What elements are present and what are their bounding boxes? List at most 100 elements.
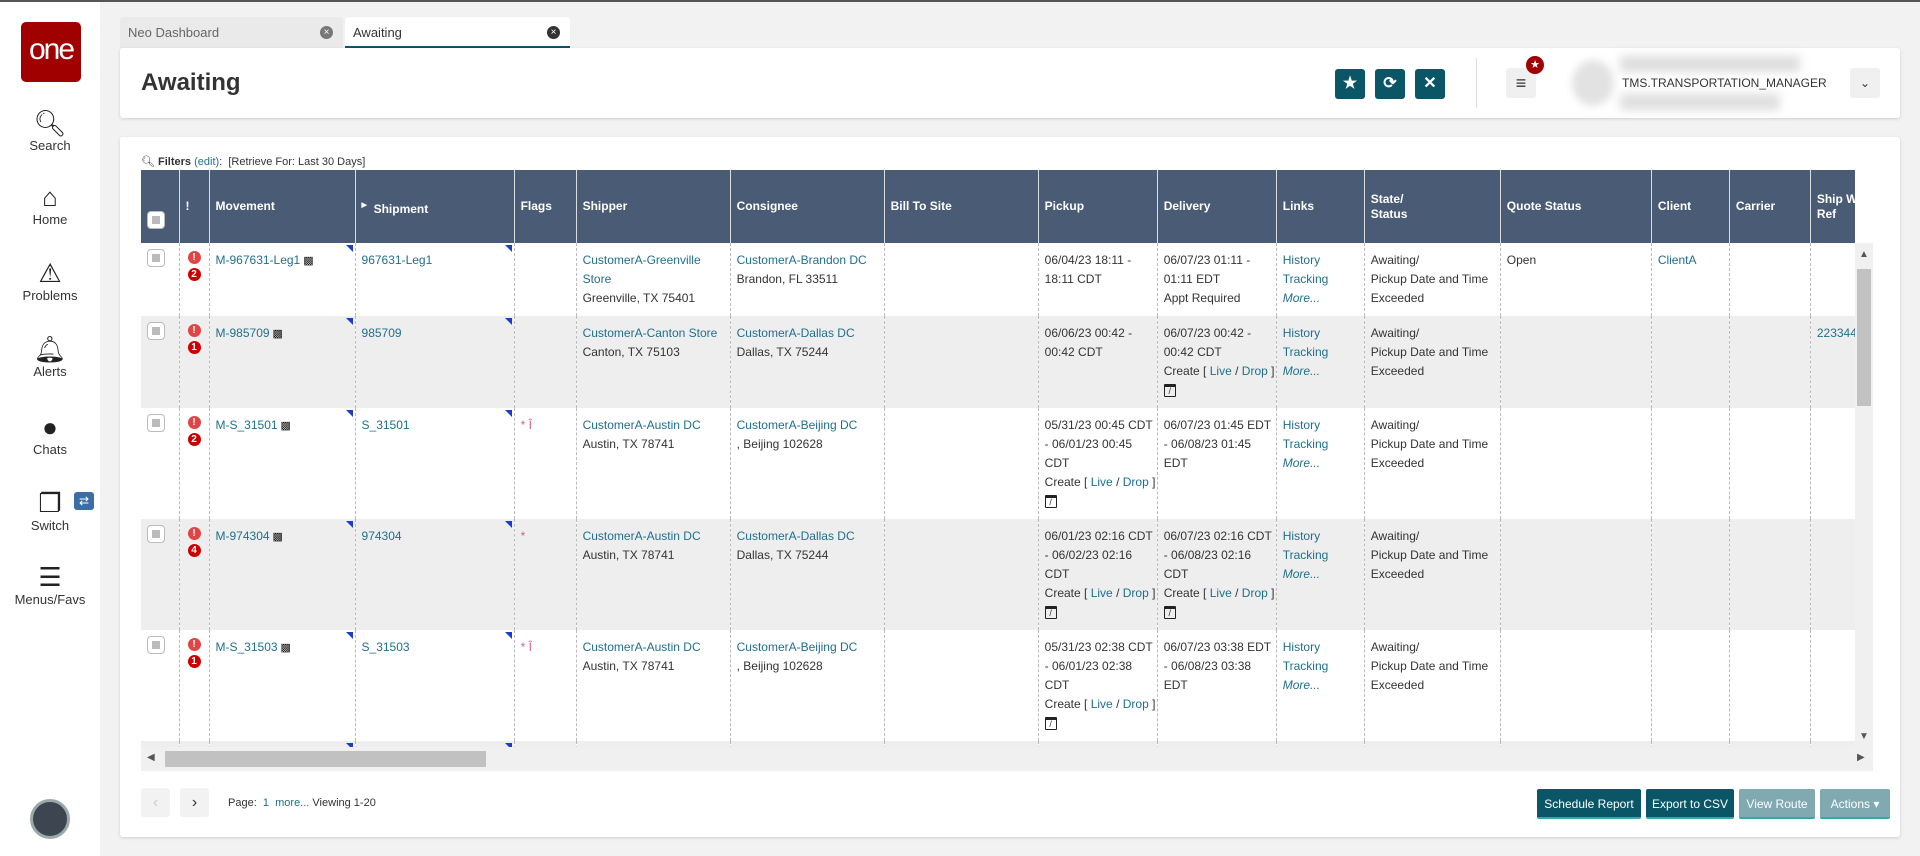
column-header-shipper[interactable]: Shipper — [576, 170, 731, 243]
row-checkbox[interactable] — [147, 322, 165, 340]
column-header-carrier[interactable]: Carrier — [1729, 170, 1811, 243]
link-more[interactable]: More... — [1283, 362, 1358, 381]
column-header-state-status[interactable]: State/ Status — [1364, 170, 1501, 243]
map-icon[interactable]: ▩ — [273, 531, 283, 543]
consignee-link[interactable]: CustomerA-Brandon DC — [737, 253, 867, 267]
page-link[interactable]: 1 — [263, 797, 269, 809]
table-row[interactable]: ! 2 M-967631-Leg1 ▩ 967631-Leg1 CustomerA-Gre… — [141, 243, 1855, 316]
alert-icon[interactable]: ! — [187, 527, 201, 540]
alert-icon[interactable]: ! — [187, 251, 201, 264]
tab-awaiting[interactable]: Awaiting × — [345, 17, 570, 48]
column-header-alert[interactable]: ! — [179, 170, 210, 243]
row-checkbox[interactable] — [147, 636, 165, 654]
column-header-bill-to-site[interactable]: Bill To Site — [884, 170, 1039, 243]
consignee-link[interactable]: CustomerA-Beijing DC — [737, 418, 858, 432]
column-header-quote-status[interactable]: Quote Status — [1500, 170, 1652, 243]
movement-link[interactable]: M-974304 — [216, 529, 270, 543]
column-header-ship-with-group-ref[interactable]: Ship With Group Ref — [1810, 170, 1855, 243]
movement-link[interactable]: M-967631-Leg1 — [216, 253, 301, 267]
map-icon[interactable]: ▩ — [281, 642, 291, 654]
scroll-up-icon[interactable]: ▲ — [1859, 249, 1869, 260]
shipper-link[interactable]: CustomerA-Austin DC — [583, 638, 724, 657]
column-header-links[interactable]: Links — [1276, 170, 1365, 243]
shipper-link[interactable]: CustomerA-Canton Store — [583, 324, 724, 343]
column-header-consignee[interactable]: Consignee — [730, 170, 885, 243]
live-link[interactable]: Live — [1091, 586, 1113, 600]
select-all-checkbox[interactable] — [147, 210, 165, 229]
avatar[interactable] — [1572, 60, 1614, 106]
alert-count-badge[interactable]: 2 — [187, 268, 201, 281]
link-history[interactable]: History — [1283, 638, 1358, 657]
one-logo[interactable]: one — [21, 22, 81, 82]
scroll-down-icon[interactable]: ▼ — [1859, 731, 1869, 742]
sidebar-item-menus-favs[interactable]: ☰ Menus/Favs — [0, 562, 100, 607]
sidebar-item-search[interactable]: 🔍︎ Search — [0, 108, 100, 153]
movement-link[interactable]: M-985709 — [216, 326, 270, 340]
close-button[interactable]: ✕ — [1415, 69, 1445, 99]
alert-count-badge[interactable]: 4 — [187, 544, 201, 557]
shipment-link[interactable]: 974304 — [362, 529, 402, 543]
link-more[interactable]: More... — [1283, 676, 1358, 695]
column-header-flags[interactable]: Flags — [514, 170, 577, 243]
link-history[interactable]: History — [1283, 324, 1358, 343]
flags-icon[interactable]: * Î — [521, 640, 532, 654]
shipper-link[interactable]: Store — [583, 270, 724, 289]
scroll-right-icon[interactable]: ▶ — [1857, 752, 1865, 763]
flags-icon[interactable]: * Î — [521, 418, 532, 432]
tab-neo-dashboard[interactable]: Neo Dashboard × — [120, 17, 343, 48]
prev-page-button[interactable]: ‹ — [141, 788, 170, 817]
filters-edit-link[interactable]: (edit) — [194, 156, 219, 168]
shipment-link[interactable]: 985709 — [362, 326, 402, 340]
alert-icon[interactable]: ! — [187, 324, 201, 337]
table-row[interactable]: ! 1 M-S_31503 ▩ S_31503 * Î CustomerA-Austin D… — [141, 630, 1855, 741]
table-row[interactable]: ! 4 M-974304 ▩ 974304 * CustomerA-Austin DC Aus… — [141, 519, 1855, 630]
alert-icon[interactable]: ! — [187, 416, 201, 429]
scroll-thumb[interactable] — [1857, 269, 1871, 406]
row-checkbox[interactable] — [147, 249, 165, 267]
link-history[interactable]: History — [1283, 527, 1358, 546]
alert-count-badge[interactable]: 1 — [187, 341, 201, 354]
shipper-link[interactable]: CustomerA-Austin DC — [583, 416, 724, 435]
close-tab-icon[interactable]: × — [547, 26, 560, 39]
consignee-link[interactable]: CustomerA-Dallas DC — [737, 529, 855, 543]
link-tracking[interactable]: Tracking — [1283, 546, 1358, 565]
drop-link[interactable]: Drop — [1242, 364, 1268, 378]
column-header-client[interactable]: Client — [1651, 170, 1730, 243]
consignee-link[interactable]: CustomerA-Dallas DC — [737, 326, 855, 340]
alert-count-badge[interactable]: 1 — [187, 655, 201, 668]
vertical-scrollbar[interactable]: ▲ ▼ — [1855, 243, 1873, 747]
client-link[interactable]: ClientA — [1658, 253, 1697, 267]
flags-icon[interactable]: * — [521, 529, 526, 543]
calendar-edit-icon[interactable]: / — [1044, 495, 1057, 508]
column-header-pickup[interactable]: Pickup — [1038, 170, 1158, 243]
sidebar-item-problems[interactable]: ⚠︎ Problems — [0, 258, 100, 303]
column-header-movement[interactable]: Movement — [209, 170, 356, 243]
scroll-left-icon[interactable]: ◀ — [147, 752, 155, 763]
scroll-thumb[interactable] — [165, 751, 486, 767]
link-more[interactable]: More... — [1283, 454, 1358, 473]
ship-with-group-ref-link[interactable]: 223344 — [1817, 326, 1855, 340]
export-csv-button[interactable]: Export to CSV — [1646, 789, 1734, 819]
user-menu-dropdown[interactable]: ⌄ — [1850, 68, 1880, 98]
map-icon[interactable]: ▩ — [273, 328, 283, 340]
shipment-link[interactable]: S_31503 — [362, 640, 410, 654]
movement-link[interactable]: M-S_31503 — [216, 640, 278, 654]
live-link[interactable]: Live — [1210, 364, 1232, 378]
calendar-edit-icon[interactable]: / — [1044, 717, 1057, 730]
schedule-report-button[interactable]: Schedule Report — [1537, 789, 1641, 819]
live-link[interactable]: Live — [1091, 697, 1113, 711]
shipper-link[interactable]: CustomerA-Greenville — [583, 251, 724, 270]
drop-link[interactable]: Drop — [1242, 586, 1268, 600]
next-page-button[interactable]: › — [180, 788, 209, 817]
column-header-shipment[interactable]: ▶ Shipment — [355, 170, 515, 243]
link-tracking[interactable]: Tracking — [1283, 270, 1358, 289]
link-tracking[interactable]: Tracking — [1283, 657, 1358, 676]
link-tracking[interactable]: Tracking — [1283, 435, 1358, 454]
shipment-link[interactable]: 967631-Leg1 — [362, 253, 433, 267]
calendar-edit-icon[interactable]: / — [1044, 606, 1057, 619]
link-more[interactable]: More... — [1283, 289, 1358, 308]
table-row[interactable]: ! 2 M-S_31501 ▩ S_31501 * Î CustomerA-Austin D… — [141, 408, 1855, 519]
switch-arrows-icon[interactable]: ⇄ — [74, 492, 94, 510]
alert-count-badge[interactable]: 2 — [187, 433, 201, 446]
movement-link[interactable]: M-S_31501 — [216, 418, 278, 432]
